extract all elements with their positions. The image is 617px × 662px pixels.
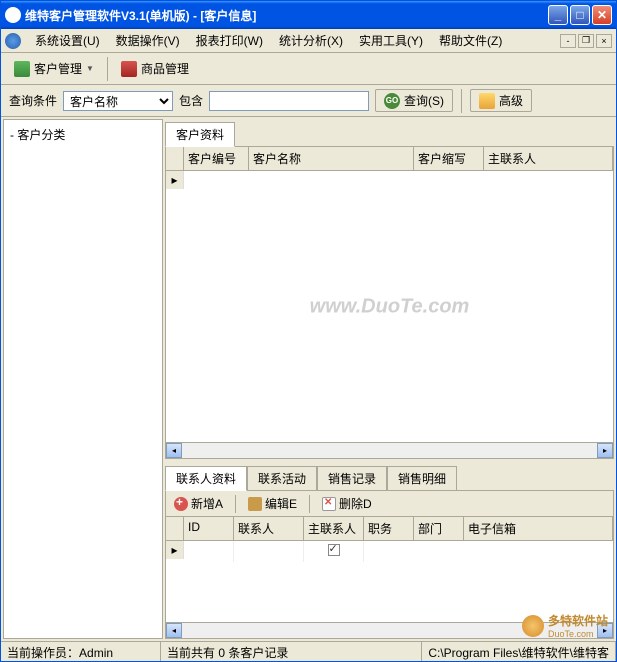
col-contact-name[interactable]: 联系人 <box>234 517 304 540</box>
search-bar: 查询条件 客户名称 包含 GO 查询(S) 高级 <box>1 85 616 117</box>
customer-tab-row: 客户资料 <box>165 119 614 146</box>
delete-icon <box>322 497 336 511</box>
maximize-button[interactable]: □ <box>570 5 590 25</box>
close-button[interactable]: ✕ <box>592 5 612 25</box>
menubar-app-icon <box>5 33 21 49</box>
criteria-label: 查询条件 <box>9 92 57 109</box>
product-mgmt-label: 商品管理 <box>141 60 189 77</box>
watermark-text: www.DuoTe.com <box>310 295 470 318</box>
menu-data[interactable]: 数据操作(V) <box>108 30 188 51</box>
customer-icon <box>14 61 30 77</box>
titlebar: 维特客户管理软件V3.1(单机版) - [客户信息] _ □ ✕ <box>1 1 616 29</box>
menu-tools[interactable]: 实用工具(Y) <box>351 30 431 51</box>
contact-grid-hscroll[interactable]: ◂ ▸ <box>166 622 613 638</box>
contact-toolbar: 新增A 编辑E 删除D <box>165 490 614 516</box>
go-icon: GO <box>384 93 400 109</box>
current-row-indicator: ▸ <box>166 171 184 189</box>
contact-grid-body[interactable]: ▸ <box>166 541 613 622</box>
advanced-icon <box>479 93 495 109</box>
col-contact-primary[interactable]: 主联系人 <box>304 517 364 540</box>
contact-scroll-track[interactable] <box>182 623 597 638</box>
tab-sales-detail[interactable]: 销售明细 <box>387 466 457 491</box>
customer-grid-body[interactable]: ▸ www.DuoTe.com <box>166 171 613 442</box>
primary-contact-checkbox[interactable] <box>328 544 340 556</box>
contact-scroll-left-button[interactable]: ◂ <box>166 623 182 638</box>
contact-toolbar-sep1 <box>235 495 236 513</box>
edit-label: 编辑E <box>265 495 297 512</box>
product-icon <box>121 61 137 77</box>
col-contact-id[interactable]: ID <box>184 517 234 540</box>
tab-customer-data[interactable]: 客户资料 <box>165 122 235 147</box>
scroll-right-button[interactable]: ▸ <box>597 443 613 458</box>
menu-stats[interactable]: 统计分析(X) <box>271 30 351 51</box>
col-contact-dept[interactable]: 部门 <box>414 517 464 540</box>
status-path: C:\Program Files\维特软件\维特客 <box>422 642 616 661</box>
toolbar-separator <box>107 57 108 81</box>
col-customer-name[interactable]: 客户名称 <box>249 147 414 170</box>
minimize-button[interactable]: _ <box>548 5 568 25</box>
mdi-close-button[interactable]: × <box>596 34 612 48</box>
tab-contact-data[interactable]: 联系人资料 <box>165 466 247 491</box>
contact-row-selector-header <box>166 517 184 540</box>
menu-system[interactable]: 系统设置(U) <box>27 30 108 51</box>
detail-tab-row: 联系人资料 联系活动 销售记录 销售明细 <box>165 463 614 490</box>
search-button[interactable]: GO 查询(S) <box>375 89 453 112</box>
tab-sales-record[interactable]: 销售记录 <box>317 466 387 491</box>
menubar: 系统设置(U) 数据操作(V) 报表打印(W) 统计分析(X) 实用工具(Y) … <box>1 29 616 53</box>
contact-row-indicator: ▸ <box>166 541 184 559</box>
col-primary-contact[interactable]: 主联系人 <box>484 147 613 170</box>
dropdown-arrow-icon: ▼ <box>86 64 94 73</box>
search-button-label: 查询(S) <box>404 92 444 109</box>
add-icon <box>174 497 188 511</box>
customer-mgmt-label: 客户管理 <box>34 60 82 77</box>
search-separator <box>461 89 462 113</box>
mdi-restore-button[interactable]: ❐ <box>578 34 594 48</box>
advanced-label: 高级 <box>499 92 523 109</box>
edit-contact-button[interactable]: 编辑E <box>244 493 301 514</box>
advanced-search-button[interactable]: 高级 <box>470 89 532 112</box>
customer-grid-hscroll[interactable]: ◂ ▸ <box>166 442 613 458</box>
scroll-track[interactable] <box>182 443 597 458</box>
add-label: 新增A <box>191 495 223 512</box>
tab-contact-activity[interactable]: 联系活动 <box>247 466 317 491</box>
delete-contact-button[interactable]: 删除D <box>318 493 376 514</box>
row-selector-header <box>166 147 184 170</box>
statusbar: 当前操作员：Admin 当前共有 0 条客户记录 C:\Program File… <box>1 641 616 661</box>
customer-mgmt-button[interactable]: 客户管理 ▼ <box>7 56 101 81</box>
contains-label: 包含 <box>179 92 203 109</box>
tree-root-node[interactable]: - 客户分类 <box>8 124 158 145</box>
contact-grid: ID 联系人 主联系人 职务 部门 电子信箱 ▸ <box>165 516 614 639</box>
contact-toolbar-sep2 <box>309 495 310 513</box>
status-record-count: 当前共有 0 条客户记录 <box>161 642 422 661</box>
col-customer-id[interactable]: 客户编号 <box>184 147 249 170</box>
app-icon <box>5 7 21 23</box>
add-contact-button[interactable]: 新增A <box>170 493 227 514</box>
col-contact-title[interactable]: 职务 <box>364 517 414 540</box>
menu-report[interactable]: 报表打印(W) <box>188 30 271 51</box>
customer-grid: 客户编号 客户名称 客户缩写 主联系人 ▸ www.DuoTe.com ◂ ▸ <box>165 146 614 459</box>
search-field-select[interactable]: 客户名称 <box>63 91 173 111</box>
menu-help[interactable]: 帮助文件(Z) <box>431 30 510 51</box>
col-customer-abbr[interactable]: 客户缩写 <box>414 147 484 170</box>
contact-scroll-right-button[interactable]: ▸ <box>597 623 613 638</box>
product-mgmt-button[interactable]: 商品管理 <box>114 56 196 81</box>
scroll-left-button[interactable]: ◂ <box>166 443 182 458</box>
search-input[interactable] <box>209 91 369 111</box>
main-toolbar: 客户管理 ▼ 商品管理 <box>1 53 616 85</box>
status-operator: 当前操作员：Admin <box>1 642 161 661</box>
col-contact-email[interactable]: 电子信箱 <box>464 517 613 540</box>
category-tree-panel: - 客户分类 <box>3 119 163 639</box>
delete-label: 删除D <box>339 495 372 512</box>
window-title: 维特客户管理软件V3.1(单机版) - [客户信息] <box>25 7 548 24</box>
edit-icon <box>248 497 262 511</box>
mdi-minimize-button[interactable]: - <box>560 34 576 48</box>
